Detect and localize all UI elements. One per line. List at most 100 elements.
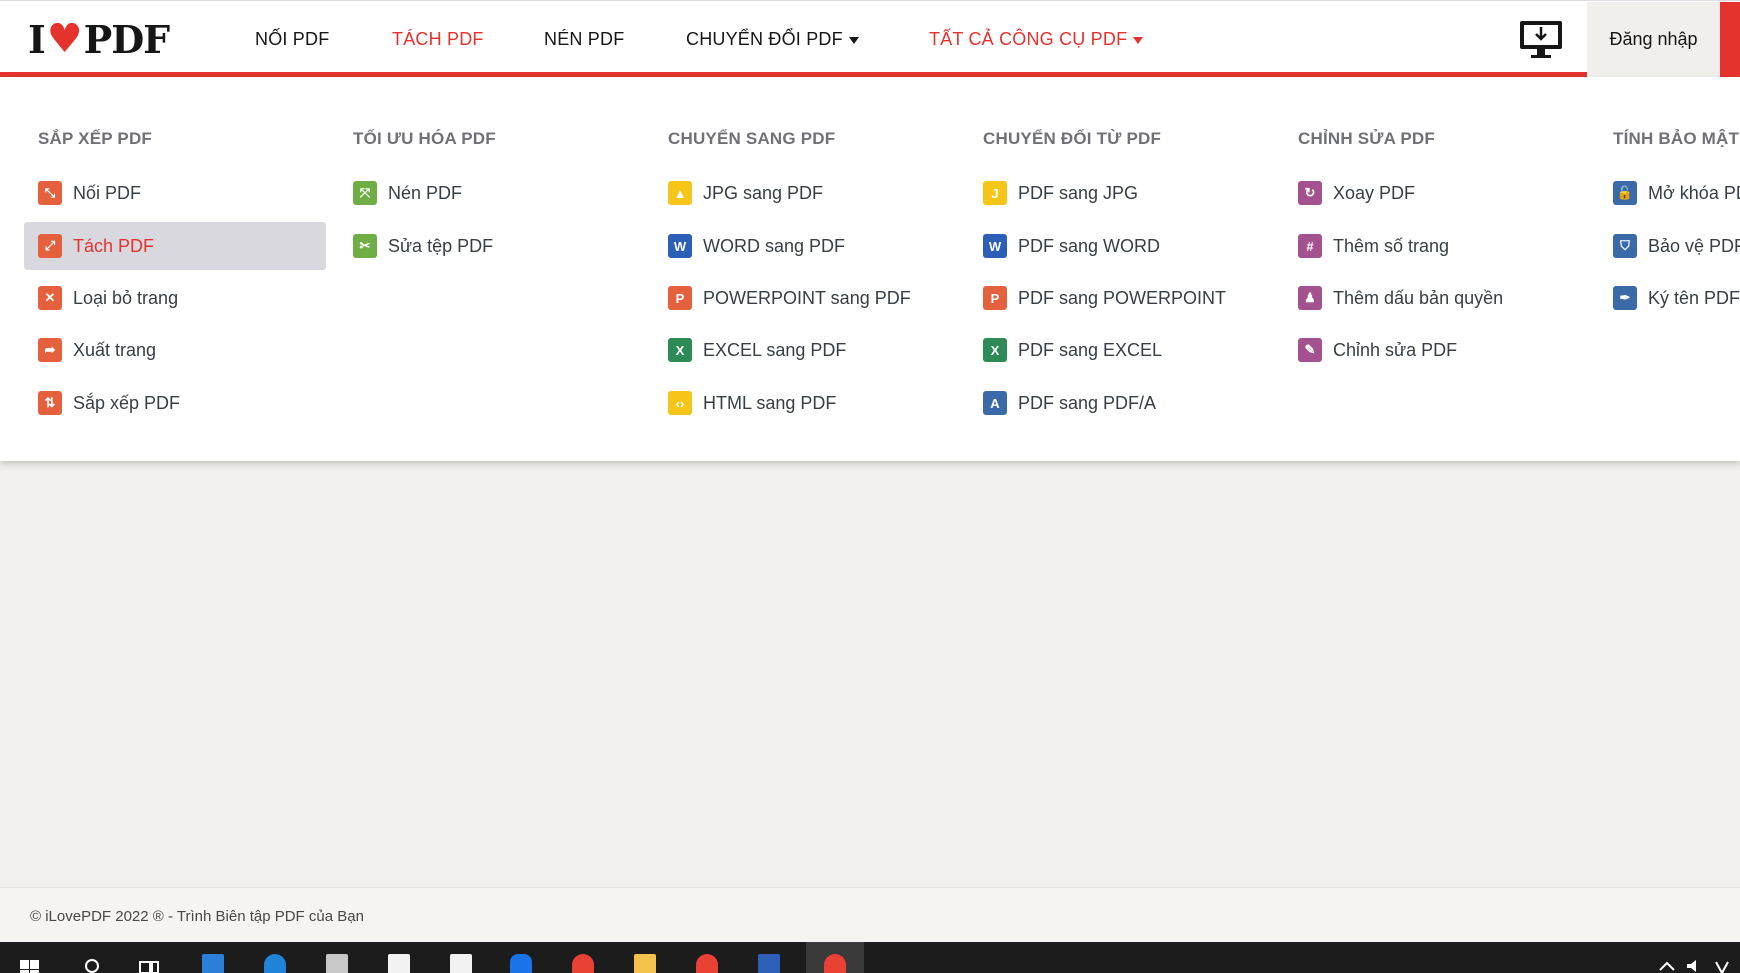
menu-item-label: Tách PDF bbox=[73, 235, 155, 256]
menu-item-label: Chỉnh sửa PDF bbox=[1333, 339, 1458, 360]
task-view-icon[interactable] bbox=[138, 954, 160, 973]
menu-item-label: Sắp xếp PDF bbox=[73, 392, 181, 413]
menu-item-watermark[interactable]: ♟ Thêm dấu bản quyền bbox=[1284, 274, 1586, 322]
menu-item-organize[interactable]: ⇅ Sắp xếp PDF bbox=[24, 379, 326, 427]
folder-icon[interactable] bbox=[634, 954, 656, 973]
menu-item-edit[interactable]: ✎ Chỉnh sửa PDF bbox=[1284, 326, 1586, 374]
nav-compress-pdf[interactable]: NÉN PDF bbox=[544, 29, 624, 50]
chevron-up-icon[interactable] bbox=[1656, 954, 1678, 973]
menu-item-label: HTML sang PDF bbox=[703, 392, 837, 413]
windows-taskbar bbox=[0, 942, 1740, 973]
app-icon[interactable] bbox=[326, 954, 348, 973]
menu-item-label: PDF sang POWERPOINT bbox=[1018, 287, 1227, 308]
menu-item-label: POWERPOINT sang PDF bbox=[703, 287, 911, 308]
menu-item-extract[interactable]: ➦ Xuất trang bbox=[24, 326, 326, 374]
menu-item-sign[interactable]: ✒ Ký tên PDF bbox=[1599, 274, 1740, 322]
page-numbers-icon: # bbox=[1298, 234, 1322, 258]
word-icon[interactable] bbox=[758, 954, 780, 973]
nav-convert-pdf[interactable]: CHUYỂN ĐỔI PDF bbox=[686, 29, 859, 50]
search-icon[interactable] bbox=[82, 954, 104, 973]
chrome-icon[interactable] bbox=[824, 954, 846, 973]
menu-item-label: Ký tên PDF bbox=[1648, 287, 1740, 308]
menu-column-title: CHỈNH SỬA PDF bbox=[1298, 129, 1435, 148]
menu-item-label: Sửa tệp PDF bbox=[388, 235, 494, 256]
nav-split-pdf[interactable]: TÁCH PDF bbox=[392, 29, 484, 50]
menu-item-label: PDF sang PDF/A bbox=[1018, 392, 1157, 413]
volume-icon[interactable] bbox=[1684, 954, 1706, 973]
menu-item-label: EXCEL sang PDF bbox=[703, 339, 847, 360]
menu-item-label: Nối PDF bbox=[73, 182, 142, 203]
caret-down-icon bbox=[1133, 36, 1144, 44]
menu-item-label: Nén PDF bbox=[388, 182, 463, 203]
menu-item-ppt-to-pdf[interactable]: P POWERPOINT sang PDF bbox=[654, 274, 956, 322]
nav-all-tools[interactable]: TẤT CẢ CÔNG CỤ PDF bbox=[929, 29, 1144, 50]
menu-item-split[interactable]: ⤢ Tách PDF bbox=[24, 222, 326, 270]
excel-to-pdf-icon: X bbox=[668, 338, 692, 362]
menu-item-label: Xoay PDF bbox=[1333, 182, 1416, 203]
pdf-to-jpg-icon: J bbox=[983, 181, 1007, 205]
menu-column-title: CHUYỂN SANG PDF bbox=[668, 129, 836, 148]
merge-icon: ⤡ bbox=[38, 181, 62, 205]
logo-i: I bbox=[28, 16, 46, 62]
edge-icon[interactable] bbox=[264, 954, 286, 973]
chrome-icon[interactable] bbox=[572, 954, 594, 973]
menu-item-word-to-pdf[interactable]: W WORD sang PDF bbox=[654, 222, 956, 270]
logo-pdf: PDF bbox=[83, 16, 171, 62]
split-icon: ⤢ bbox=[38, 234, 62, 258]
pdf-to-word-icon: W bbox=[983, 234, 1007, 258]
menu-item-rotate[interactable]: ↻ Xoay PDF bbox=[1284, 169, 1586, 217]
input-language-icon[interactable] bbox=[1712, 954, 1734, 973]
menu-item-repair[interactable]: ✂ Sửa tệp PDF bbox=[339, 222, 641, 270]
menu-item-label: JPG sang PDF bbox=[703, 182, 824, 203]
organize-icon: ⇅ bbox=[38, 391, 62, 415]
sign-icon: ✒ bbox=[1613, 286, 1637, 310]
menu-item-label: Xuất trang bbox=[73, 339, 157, 360]
login-button[interactable]: Đăng nhập bbox=[1587, 2, 1720, 77]
nav-merge-pdf[interactable]: NỐI PDF bbox=[255, 29, 329, 50]
compress-icon: ⤧ bbox=[353, 181, 377, 205]
menu-item-html-to-pdf[interactable]: ‹› HTML sang PDF bbox=[654, 379, 956, 427]
menu-item-remove[interactable]: ✕ Loại bỏ trang bbox=[24, 274, 326, 322]
rotate-icon: ↻ bbox=[1298, 181, 1322, 205]
menu-item-label: Loại bỏ trang bbox=[73, 287, 179, 308]
zalo-icon[interactable] bbox=[510, 954, 532, 973]
menu-item-pdf-to-ppt[interactable]: P PDF sang POWERPOINT bbox=[969, 274, 1271, 322]
store-icon[interactable] bbox=[202, 954, 224, 973]
menu-item-label: Thêm số trang bbox=[1333, 235, 1450, 256]
menu-item-label: Mở khóa PDF bbox=[1648, 182, 1740, 203]
menu-item-pdf-to-word[interactable]: W PDF sang WORD bbox=[969, 222, 1271, 270]
menu-item-label: PDF sang JPG bbox=[1018, 182, 1139, 203]
menu-item-jpg-to-pdf[interactable]: ▲ JPG sang PDF bbox=[654, 169, 956, 217]
menu-item-pdf-to-pdfa[interactable]: A PDF sang PDF/A bbox=[969, 379, 1271, 427]
menu-column-title: CHUYỂN ĐỔI TỪ PDF bbox=[983, 129, 1162, 148]
heart-icon: ♥ bbox=[46, 15, 83, 62]
tools-mega-menu: SẮP XẾP PDF ⤡ Nối PDF ⤢ Tách PDF ✕ Loại bỏ tra… bbox=[0, 77, 1740, 461]
file-icon[interactable] bbox=[388, 954, 410, 973]
menu-item-label: PDF sang WORD bbox=[1018, 235, 1161, 256]
menu-column-title: SẮP XẾP PDF bbox=[38, 129, 153, 148]
repair-icon: ✂ bbox=[353, 234, 377, 258]
menu-item-unlock[interactable]: 🔓 Mở khóa PDF bbox=[1599, 169, 1740, 217]
menu-item-label: Thêm dấu bản quyền bbox=[1333, 287, 1504, 308]
ilovepdf-logo[interactable]: I ♥ PDF bbox=[28, 15, 171, 62]
windows-start-icon[interactable] bbox=[20, 954, 42, 973]
protect-icon: ⛉ bbox=[1613, 234, 1637, 258]
desktop-download-icon[interactable] bbox=[1518, 19, 1564, 61]
pdf-to-excel-icon: X bbox=[983, 338, 1007, 362]
menu-item-page-numbers[interactable]: # Thêm số trang bbox=[1284, 222, 1586, 270]
menu-item-pdf-to-jpg[interactable]: J PDF sang JPG bbox=[969, 169, 1271, 217]
menu-item-pdf-to-excel[interactable]: X PDF sang EXCEL bbox=[969, 326, 1271, 374]
ppt-to-pdf-icon: P bbox=[668, 286, 692, 310]
edit-icon: ✎ bbox=[1298, 338, 1322, 362]
signup-button[interactable] bbox=[1720, 2, 1740, 77]
menu-item-protect[interactable]: ⛉ Bảo vệ PDF bbox=[1599, 222, 1740, 270]
chrome-icon[interactable] bbox=[696, 954, 718, 973]
file-icon[interactable] bbox=[450, 954, 472, 973]
pdf-to-ppt-icon: P bbox=[983, 286, 1007, 310]
menu-item-merge[interactable]: ⤡ Nối PDF bbox=[24, 169, 326, 217]
footer: © iLovePDF 2022 ® - Trình Biên tập PDF c… bbox=[0, 887, 1740, 942]
menu-column-title: TỐI ƯU HÓA PDF bbox=[353, 129, 496, 148]
nav-convert-label: CHUYỂN ĐỔI PDF bbox=[686, 29, 843, 49]
menu-item-compress[interactable]: ⤧ Nén PDF bbox=[339, 169, 641, 217]
menu-item-excel-to-pdf[interactable]: X EXCEL sang PDF bbox=[654, 326, 956, 374]
